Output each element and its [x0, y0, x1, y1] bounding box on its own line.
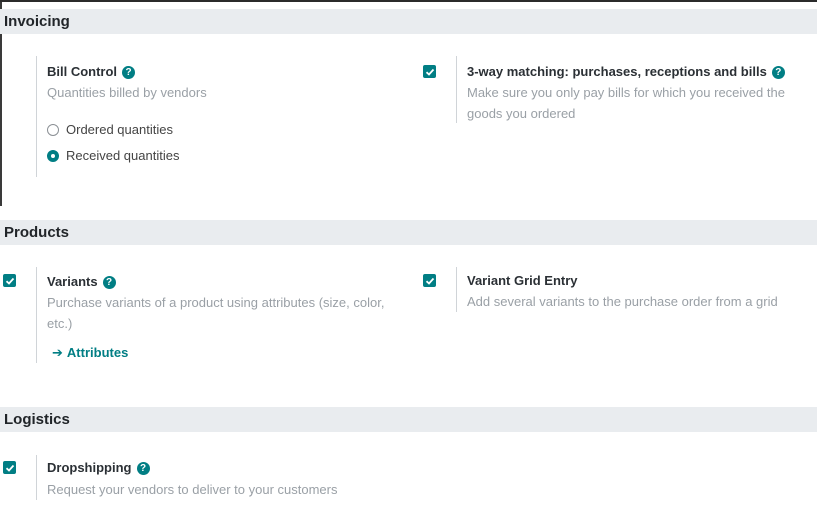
setting-description: Add several variants to the purchase ord… — [467, 294, 778, 309]
checkbox-variants[interactable] — [3, 274, 16, 287]
check-icon — [425, 68, 434, 76]
top-border — [0, 0, 817, 2]
help-icon[interactable]: ? — [122, 66, 136, 79]
help-icon[interactable]: ? — [102, 276, 116, 289]
check-icon — [5, 464, 14, 472]
radio-received-quantities[interactable]: Received quantities — [47, 148, 179, 163]
help-icon[interactable]: ? — [136, 462, 150, 475]
setting-description: Make sure you only pay bills for which y… — [467, 85, 785, 121]
setting-title-variants: Variants? — [47, 274, 116, 289]
check-icon — [5, 277, 14, 285]
setting-divider — [36, 56, 37, 177]
section-header-logistics: Logistics — [0, 407, 817, 432]
setting-description: Purchase variants of a product using att… — [47, 295, 385, 331]
setting-title-3-way-matching: 3-way matching: purchases, receptions an… — [467, 64, 785, 79]
attributes-link[interactable]: ➔ Attributes — [52, 345, 128, 361]
radio-label: Ordered quantities — [66, 122, 173, 137]
setting-divider — [456, 267, 457, 312]
setting-description: Request your vendors to deliver to your … — [47, 482, 338, 497]
checkbox-dropshipping[interactable] — [3, 461, 16, 474]
setting-divider — [36, 455, 37, 500]
radio-label: Received quantities — [66, 148, 180, 163]
radio-ordered-quantities[interactable]: Ordered quantities — [47, 122, 173, 137]
section-header-invoicing: Invoicing — [0, 9, 817, 34]
setting-title-bill-control: Bill Control? — [47, 64, 136, 79]
checkbox-variant-grid-entry[interactable] — [423, 274, 436, 287]
section-header-products: Products — [0, 220, 817, 245]
setting-title-variant-grid-entry: Variant Grid Entry — [467, 273, 578, 288]
arrow-right-icon: ➔ — [52, 345, 63, 360]
radio-button-checked-icon[interactable] — [47, 149, 59, 162]
setting-description: Quantities billed by vendors — [47, 85, 207, 100]
help-icon[interactable]: ? — [771, 66, 785, 79]
check-icon — [425, 277, 434, 285]
setting-divider — [456, 56, 457, 123]
checkbox-3-way-matching[interactable] — [423, 65, 436, 78]
setting-title-dropshipping: Dropshipping? — [47, 460, 150, 475]
setting-divider — [36, 267, 37, 363]
radio-button-icon[interactable] — [47, 123, 59, 136]
